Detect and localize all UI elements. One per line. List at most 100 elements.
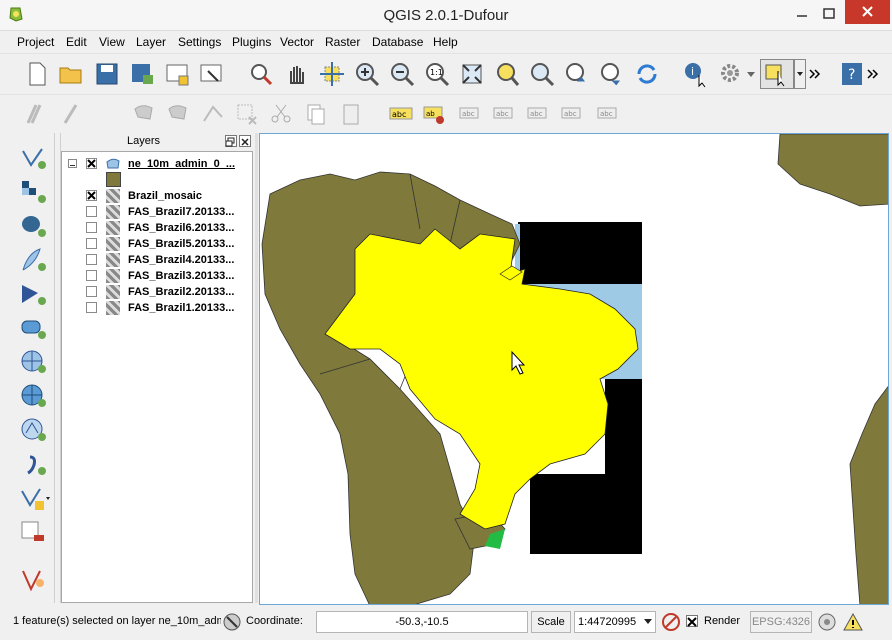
- rotate-label-button[interactable]: abc: [558, 99, 588, 129]
- render-checkbox[interactable]: [686, 615, 698, 627]
- zoom-out-button[interactable]: [387, 59, 417, 89]
- toolbar-overflow-button-2[interactable]: [866, 59, 880, 89]
- panel-splitter[interactable]: [255, 133, 258, 603]
- layer-visibility-checkbox[interactable]: [86, 222, 97, 233]
- scale-combobox[interactable]: 1:44720995: [574, 611, 656, 633]
- change-label-button[interactable]: abc: [594, 99, 624, 129]
- delete-selected-button[interactable]: [232, 99, 262, 129]
- pan-map-button[interactable]: [282, 59, 312, 89]
- new-print-composer-button[interactable]: [162, 59, 192, 89]
- add-delimited-text-button[interactable]: [18, 449, 50, 479]
- close-panel-button[interactable]: [239, 135, 251, 147]
- show-hide-labels-button[interactable]: abc: [490, 99, 520, 129]
- move-label-button[interactable]: abc: [524, 99, 554, 129]
- menu-layer[interactable]: Layer: [136, 35, 166, 49]
- highlight-labels-button[interactable]: abc: [456, 99, 486, 129]
- close-button[interactable]: [845, 0, 890, 24]
- menu-plugins[interactable]: Plugins: [232, 35, 271, 49]
- help-button[interactable]: ?: [838, 59, 868, 89]
- save-project-button[interactable]: [92, 59, 122, 89]
- add-postgis-layer-button[interactable]: [18, 211, 50, 241]
- run-feature-action-button[interactable]: [716, 59, 746, 89]
- menu-edit[interactable]: Edit: [66, 35, 87, 49]
- layer-row[interactable]: FAS_Brazil1.20133...: [62, 300, 252, 316]
- select-dropdown-arrow[interactable]: [794, 59, 806, 89]
- open-project-button[interactable]: [56, 59, 86, 89]
- composer-manager-button[interactable]: [196, 59, 226, 89]
- messages-button[interactable]: [842, 611, 864, 633]
- layer-visibility-checkbox[interactable]: [86, 286, 97, 297]
- layer-row[interactable]: FAS_Brazil4.20133...: [62, 252, 252, 268]
- menu-database[interactable]: Database: [372, 35, 423, 49]
- layer-row[interactable]: FAS_Brazil2.20133...: [62, 284, 252, 300]
- layer-row[interactable]: FAS_Brazil3.20133...: [62, 268, 252, 284]
- zoom-in-button[interactable]: [352, 59, 382, 89]
- layer-row[interactable]: Brazil_mosaic: [62, 188, 252, 204]
- layer-visibility-checkbox[interactable]: [86, 206, 97, 217]
- menu-project[interactable]: Project: [17, 35, 54, 49]
- menu-view[interactable]: View: [99, 35, 125, 49]
- paste-features-button[interactable]: [336, 99, 366, 129]
- coordinate-field[interactable]: -50.3,-10.5: [316, 611, 528, 633]
- layer-labeling-button[interactable]: abc: [386, 99, 416, 129]
- remove-layer-button[interactable]: [18, 517, 50, 547]
- add-vector-layer-button[interactable]: [18, 143, 50, 173]
- layer-row[interactable]: ne_10m_admin_0_...: [62, 156, 252, 172]
- copy-features-button[interactable]: [300, 99, 330, 129]
- zoom-to-selection-button[interactable]: [492, 59, 522, 89]
- refresh-button[interactable]: [632, 59, 662, 89]
- cut-features-button[interactable]: [266, 99, 296, 129]
- menu-raster[interactable]: Raster: [325, 35, 360, 49]
- zoom-to-layer-button[interactable]: [527, 59, 557, 89]
- current-edits-button[interactable]: [22, 99, 52, 129]
- menu-settings[interactable]: Settings: [178, 35, 221, 49]
- zoom-selection-icon: [497, 63, 520, 86]
- toggle-extents-button[interactable]: [221, 611, 243, 633]
- touch-zoom-button[interactable]: [246, 59, 276, 89]
- layer-visibility-checkbox[interactable]: [86, 270, 97, 281]
- menu-vector[interactable]: Vector: [280, 35, 314, 49]
- toolbar-overflow-button[interactable]: [808, 59, 822, 89]
- layer-row[interactable]: FAS_Brazil7.20133...: [62, 204, 252, 220]
- pan-to-selection-button[interactable]: [317, 59, 347, 89]
- zoom-last-button[interactable]: [562, 59, 592, 89]
- save-as-button[interactable]: [127, 59, 157, 89]
- crs-status-button[interactable]: EPSG:4326: [750, 611, 812, 633]
- map-canvas[interactable]: [259, 133, 889, 605]
- zoom-native-button[interactable]: 1:1: [422, 59, 452, 89]
- float-panel-button[interactable]: [225, 135, 237, 147]
- open-plugin-button[interactable]: [18, 565, 50, 595]
- minimize-button[interactable]: [790, 4, 814, 26]
- layer-visibility-checkbox[interactable]: [86, 238, 97, 249]
- node-tool-button[interactable]: [198, 99, 228, 129]
- stop-rendering-button[interactable]: [660, 611, 682, 633]
- add-oracle-layer-button[interactable]: [18, 313, 50, 343]
- select-features-button[interactable]: [760, 59, 794, 89]
- new-shapefile-button[interactable]: [18, 483, 50, 513]
- add-wms-layer-button[interactable]: [18, 347, 50, 377]
- zoom-full-button[interactable]: [457, 59, 487, 89]
- layer-row[interactable]: FAS_Brazil5.20133...: [62, 236, 252, 252]
- toggle-editing-button[interactable]: [56, 99, 86, 129]
- identify-features-button[interactable]: i: [681, 59, 711, 89]
- pin-labels-button[interactable]: ab: [420, 99, 450, 129]
- move-feature-button[interactable]: [164, 99, 194, 129]
- menu-help[interactable]: Help: [433, 35, 458, 49]
- collapse-toggle[interactable]: [68, 159, 77, 168]
- add-raster-layer-button[interactable]: [18, 177, 50, 207]
- maximize-button[interactable]: [816, 4, 842, 26]
- zoom-next-button[interactable]: [597, 59, 627, 89]
- add-wfs-layer-button[interactable]: [18, 415, 50, 445]
- layer-visibility-checkbox[interactable]: [86, 158, 97, 169]
- new-project-button[interactable]: [22, 59, 52, 89]
- add-wcs-layer-button[interactable]: [18, 381, 50, 411]
- layer-visibility-checkbox[interactable]: [86, 254, 97, 265]
- crs-settings-button[interactable]: [816, 611, 838, 633]
- layer-visibility-checkbox[interactable]: [86, 302, 97, 313]
- add-mssql-layer-button[interactable]: [18, 279, 50, 309]
- add-spatialite-layer-button[interactable]: [18, 245, 50, 275]
- layer-row[interactable]: FAS_Brazil6.20133...: [62, 220, 252, 236]
- layer-visibility-checkbox[interactable]: [86, 190, 97, 201]
- add-feature-button[interactable]: [130, 99, 160, 129]
- action-dropdown-arrow[interactable]: [744, 59, 758, 89]
